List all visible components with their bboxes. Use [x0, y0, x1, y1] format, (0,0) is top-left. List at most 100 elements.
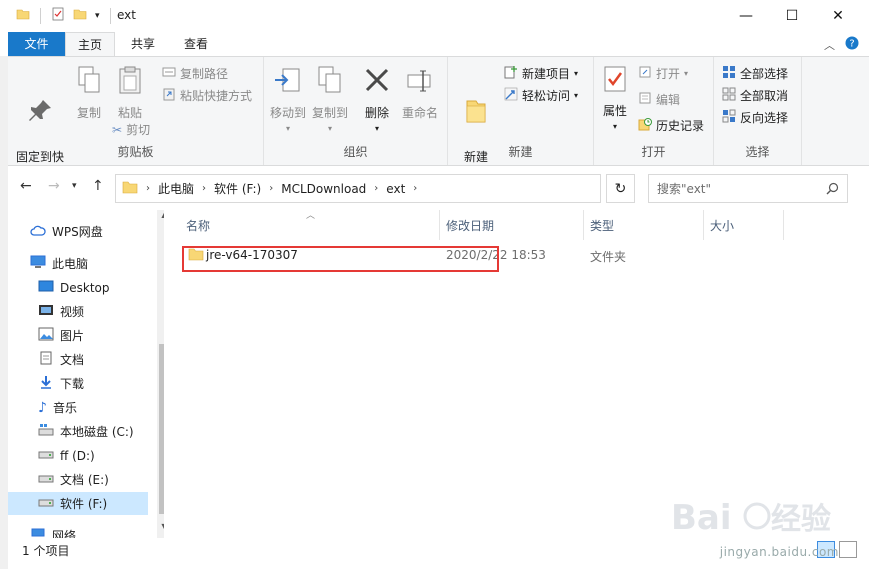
back-arrow-icon[interactable]: ←: [20, 178, 32, 194]
select-all-button[interactable]: 全部选择: [722, 65, 788, 82]
large-icons-view-button[interactable]: [839, 541, 857, 558]
pictures-icon: [38, 327, 54, 344]
copy-to-button[interactable]: 复制到 ▾: [310, 65, 350, 137]
nav-item-drive-d[interactable]: ff (D:): [8, 444, 148, 467]
new-item-label: 新建项目: [522, 67, 571, 81]
refresh-button[interactable]: ↻: [606, 174, 635, 203]
paste-label: 粘贴: [117, 106, 142, 120]
clipboard-group-label: 剪贴板: [117, 145, 154, 159]
open-icon: [638, 65, 652, 82]
music-note-icon: ♪: [38, 399, 47, 416]
nav-item-this-pc[interactable]: 此电脑: [8, 252, 148, 275]
minimize-button[interactable]: —: [723, 0, 769, 32]
nav-item-label: 网络: [52, 529, 77, 538]
window-title: ext: [117, 8, 136, 22]
easy-access-chevron-icon: ▾: [574, 91, 579, 100]
new-item-button[interactable]: 新建项目 ▾: [504, 65, 578, 82]
easy-access-button[interactable]: 轻松访问 ▾: [504, 87, 578, 104]
nav-item-network[interactable]: 网络: [8, 524, 148, 538]
tab-view[interactable]: 查看: [171, 32, 221, 56]
nav-item-label: 文档: [60, 353, 85, 367]
customize-qat-chevron-icon[interactable]: ▾: [95, 11, 100, 21]
nav-item-label: ff (D:): [60, 448, 95, 463]
file-row[interactable]: jre-v64-170307 2020/2/22 18:53 文件夹: [180, 244, 740, 266]
breadcrumb-ext[interactable]: ext: [386, 182, 405, 196]
delete-button[interactable]: 删除 ▾: [362, 65, 392, 137]
scroll-up-arrow-icon[interactable]: ▲: [157, 210, 164, 226]
open-group-label: 打开: [641, 145, 666, 159]
nav-item-desktop[interactable]: Desktop: [8, 276, 148, 299]
breadcrumb-mcldownload[interactable]: MCLDownload: [281, 182, 366, 196]
breadcrumb-drive-f[interactable]: 软件 (F:): [214, 180, 261, 197]
quick-access-toolbar: ▾: [16, 7, 113, 24]
breadcrumb-separator: ›: [146, 183, 150, 194]
nav-item-downloads[interactable]: 下载: [8, 372, 148, 395]
tab-home[interactable]: 主页: [65, 32, 115, 57]
nav-item-music[interactable]: ♪ 音乐: [8, 396, 148, 419]
column-header-type[interactable]: 类型: [584, 210, 704, 240]
copy-label: 复制: [76, 106, 101, 120]
edit-button[interactable]: 编辑: [638, 91, 680, 108]
nav-item-drive-f[interactable]: 软件 (F:): [8, 492, 148, 515]
new-folder-icon: [454, 81, 498, 129]
scrollbar-thumb[interactable]: [159, 344, 164, 514]
recent-locations-chevron-icon[interactable]: ▾: [72, 181, 77, 191]
copy-button[interactable]: 复制: [70, 65, 108, 121]
scroll-down-arrow-icon[interactable]: ▼: [157, 522, 164, 538]
column-header-name[interactable]: 名称: [180, 210, 440, 240]
nav-item-videos[interactable]: 视频: [8, 300, 148, 323]
rename-button[interactable]: 重命名: [398, 65, 442, 121]
forward-arrow-icon[interactable]: →: [48, 178, 60, 194]
nav-item-drive-e[interactable]: 文档 (E:): [8, 468, 148, 491]
paste-button[interactable]: 粘贴: [112, 65, 148, 121]
open-button[interactable]: 打开 ▾: [638, 65, 688, 82]
invert-selection-button[interactable]: 反向选择: [722, 109, 788, 126]
select-none-button[interactable]: 全部取消: [722, 87, 788, 104]
file-type: 文件夹: [590, 250, 627, 264]
drive-icon: [38, 471, 54, 488]
up-arrow-icon[interactable]: ↑: [92, 178, 104, 194]
properties-button[interactable]: 属性 ▾: [598, 65, 632, 135]
history-button[interactable]: 历史记录: [638, 117, 704, 134]
chevron-up-icon[interactable]: ︿: [824, 37, 835, 53]
nav-item-documents[interactable]: 文档: [8, 348, 148, 371]
ribbon-tabs: 文件 主页 共享 查看 ︿ ?: [0, 32, 869, 57]
download-arrow-icon: [38, 375, 54, 392]
file-modified: 2020/2/22 18:53: [446, 248, 546, 262]
paste-shortcut-button[interactable]: 粘贴快捷方式: [162, 87, 252, 104]
address-bar[interactable]: › 此电脑 › 软件 (F:) › MCLDownload › ext ›: [115, 174, 601, 203]
tab-share[interactable]: 共享: [118, 32, 168, 56]
breadcrumb-separator: ›: [202, 183, 207, 194]
select-all-label: 全部选择: [740, 67, 789, 81]
column-header-modified[interactable]: 修改日期: [440, 210, 584, 240]
properties-icon[interactable]: [51, 7, 65, 24]
nav-pane-scrollbar[interactable]: ▲ ▼: [157, 210, 164, 538]
nav-item-wps-cloud[interactable]: WPS网盘: [8, 220, 148, 243]
open-label: 打开: [656, 67, 681, 81]
move-to-label: 移动到: [269, 106, 306, 120]
search-box[interactable]: 搜索"ext": [648, 174, 848, 203]
new-folder-button[interactable]: 新建 文件夹: [454, 65, 498, 181]
column-header-size[interactable]: 大小: [704, 210, 784, 240]
close-button[interactable]: ✕: [815, 0, 861, 32]
nav-item-drive-c[interactable]: 本地磁盘 (C:): [8, 420, 148, 443]
move-to-button[interactable]: 移动到 ▾: [268, 65, 308, 137]
copy-path-button[interactable]: 复制路径: [162, 65, 228, 82]
open-chevron-icon: ▾: [684, 69, 689, 78]
edit-label: 编辑: [656, 93, 681, 107]
tab-file[interactable]: 文件: [8, 32, 65, 56]
breadcrumb-this-pc[interactable]: 此电脑: [158, 180, 194, 197]
maximize-button[interactable]: ☐: [769, 0, 815, 32]
breadcrumb-separator: ›: [374, 183, 379, 194]
system-drive-icon: [38, 423, 54, 440]
cut-button[interactable]: ✂ 剪切: [112, 121, 150, 138]
select-none-label: 全部取消: [740, 89, 789, 103]
search-icon: [826, 182, 839, 198]
nav-item-pictures[interactable]: 图片: [8, 324, 148, 347]
new-folder-icon[interactable]: [73, 7, 87, 24]
help-icon[interactable]: ?: [845, 36, 859, 53]
select-group-label: 选择: [745, 145, 770, 159]
pin-quick-access-button[interactable]: 固定到快 速访问: [14, 65, 66, 181]
computer-icon: [30, 255, 46, 272]
drive-icon: [38, 495, 54, 512]
